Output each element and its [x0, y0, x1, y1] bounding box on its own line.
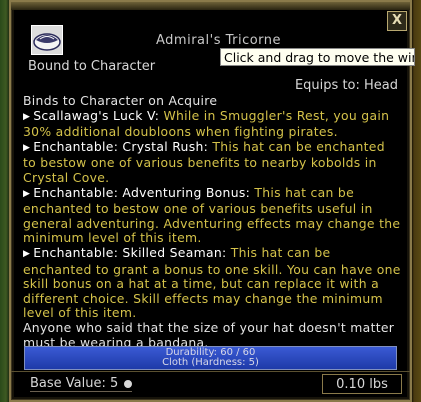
window-drag-bar[interactable]	[11, 2, 410, 10]
bound-status: Bound to Character	[28, 59, 156, 74]
item-examine-window[interactable]: X Admiral's Tricorne Bound to Character …	[9, 0, 415, 402]
material-text: Cloth (Hardness: 5)	[162, 357, 259, 368]
effect-name: Scallawag's Luck V:	[33, 107, 160, 123]
effect-skilled-seaman: ▶ Enchantable: Skilled Seaman: This hat c…	[23, 244, 401, 321]
effect-name: Enchantable: Skilled Seaman:	[33, 244, 227, 260]
binds-line: Binds to Character on Acquire	[23, 93, 218, 108]
bullet-arrow-icon: ▶	[23, 111, 31, 122]
item-description: Binds to Character on Acquire ▶ Scallawag…	[23, 93, 401, 350]
base-value: Base Value: 5	[30, 376, 133, 392]
bullet-arrow-icon: ▶	[23, 142, 31, 153]
move-tooltip: Click and drag to move the win	[220, 48, 415, 66]
effect-scallawag: ▶ Scallawag's Luck V: While in Smuggler's…	[23, 107, 401, 140]
silver-coin-icon	[124, 379, 133, 388]
item-title: Admiral's Tricorne	[156, 33, 282, 48]
effect-name: Enchantable: Crystal Rush:	[33, 138, 209, 154]
effect-crystal-rush: ▶ Enchantable: Crystal Rush: This hat can…	[23, 138, 401, 186]
effect-name: Enchantable: Adventuring Bonus:	[33, 184, 251, 200]
tricorne-hat-icon	[31, 25, 63, 55]
durability-bar: Durability: 60 / 60 Cloth (Hardness: 5)	[24, 346, 397, 370]
base-value-text: Base Value: 5	[30, 376, 119, 391]
bullet-arrow-icon: ▶	[23, 188, 31, 199]
equips-to: Equips to: Head	[294, 78, 398, 93]
window-footer: Base Value: 5 0.10 lbs	[11, 371, 410, 400]
effect-adventuring-bonus: ▶ Enchantable: Adventuring Bonus: This ha…	[23, 184, 401, 246]
item-weight: 0.10 lbs	[322, 374, 402, 394]
close-button[interactable]: X	[387, 11, 407, 31]
bullet-arrow-icon: ▶	[23, 248, 31, 259]
